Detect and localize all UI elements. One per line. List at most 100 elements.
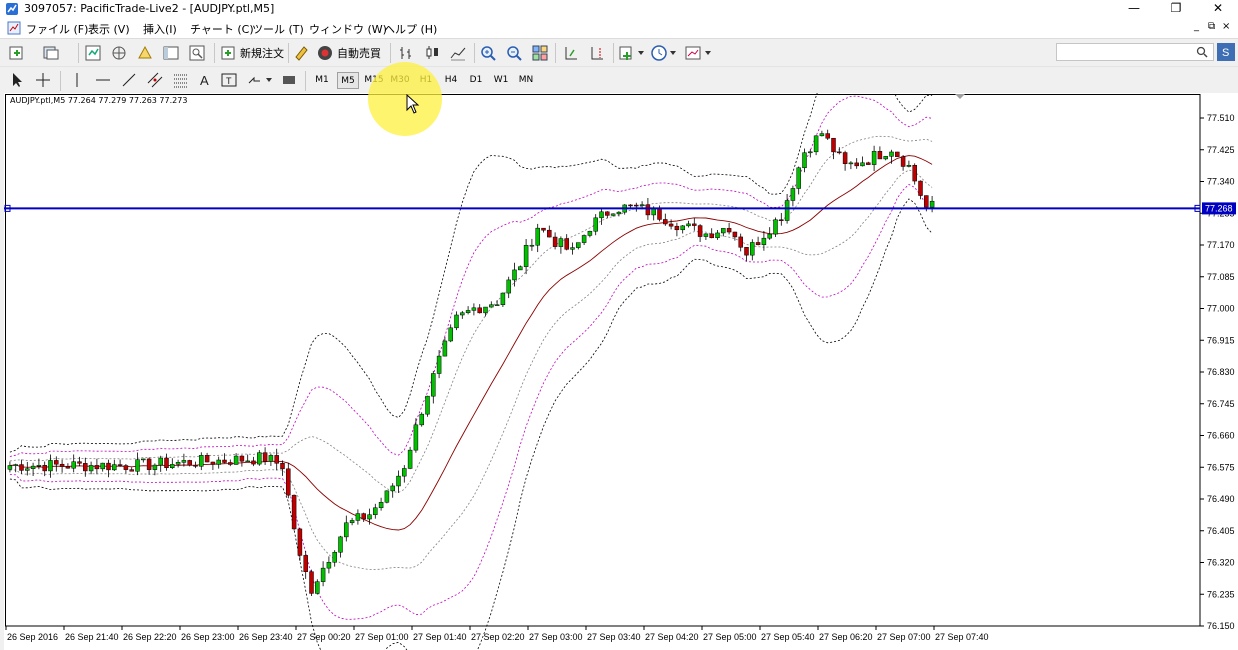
timeframe-m30[interactable]: M30 [389,72,411,89]
candle-body [25,468,30,471]
minimize-button[interactable]: — [1116,0,1152,18]
chart-window[interactable]: 77.51077.42577.34077.25577.17077.08577.0… [4,93,1238,650]
new-order-icon[interactable] [220,44,238,62]
candle-body [465,310,471,313]
chevron-down-icon[interactable] [705,51,711,55]
y-axis-label: 76.575 [1207,462,1235,472]
market-watch-icon[interactable] [84,44,102,62]
timeframe-m1[interactable]: M1 [311,72,333,89]
candle-body [837,151,842,154]
navigator-icon[interactable] [136,44,154,62]
timeframe-mn[interactable]: MN [515,72,537,89]
candle-body [779,219,784,221]
periods-clock-icon[interactable] [650,44,668,62]
line-chart-icon[interactable] [449,44,467,62]
chevron-down-icon[interactable] [638,51,644,55]
candle-body [54,460,59,465]
timeframe-m5[interactable]: M5 [337,72,359,89]
new-order-button[interactable]: 新規注文 [240,45,284,61]
fibonacci-icon[interactable] [172,71,190,89]
data-window-icon[interactable] [110,44,128,62]
close-button[interactable]: ✕ [1200,0,1236,18]
candle-body [65,466,71,469]
metaeditor-icon[interactable] [292,44,310,62]
trendline-icon[interactable] [120,71,138,89]
arrows-icon[interactable] [246,71,264,89]
vertical-line-icon[interactable] [68,71,86,89]
x-axis-label: 27 Sep 07:40 [935,632,989,642]
text-icon[interactable]: A [196,71,214,89]
mdi-minimize-button[interactable]: _ [1194,21,1199,32]
timeframe-w1[interactable]: W1 [490,72,512,89]
candle-body [512,269,517,281]
candle-body [83,463,88,472]
y-axis-label: 76.235 [1207,589,1235,599]
candle-body [599,211,604,219]
text-label-icon[interactable]: T [220,71,238,89]
candle-body [860,162,865,167]
candle-body [755,242,761,246]
candle-body [558,238,564,247]
menu-tools[interactable]: ツール (T) [252,21,304,37]
search-icon[interactable] [1196,46,1208,58]
profiles-icon[interactable] [42,44,60,62]
timeframe-m15[interactable]: M15 [363,72,385,89]
timeframe-d1[interactable]: D1 [465,72,487,89]
y-axis-label: 77.000 [1207,304,1235,314]
timeframe-h1[interactable]: H1 [415,72,437,89]
chart-shift-icon[interactable] [588,44,606,62]
crosshair-icon[interactable] [34,71,52,89]
menu-view[interactable]: 表示 (V) [88,21,130,37]
candle-body [338,536,343,553]
candle-body [895,151,900,157]
x-axis-label: 27 Sep 03:40 [587,632,641,642]
svg-text:S: S [1222,47,1229,59]
cursor-arrow-icon[interactable] [8,71,26,89]
x-axis-label: 27 Sep 05:00 [703,632,757,642]
mdi-restore-button[interactable]: ⧉ [1208,21,1215,32]
candle-body [767,233,772,239]
chevron-down-icon[interactable] [266,78,272,82]
x-axis-label: 26 Sep 21:40 [65,632,119,642]
auto-trading-button[interactable]: 自動売買 [337,45,381,61]
candle-body [454,314,459,329]
price-chart[interactable]: 77.51077.42577.34077.25577.17077.08577.0… [4,93,1238,650]
menu-insert[interactable]: 挿入(I) [143,21,177,37]
candle-body [744,247,749,256]
restore-button[interactable]: ❐ [1158,0,1194,18]
search-input[interactable] [1056,43,1214,61]
chart-symbol-label: AUDJPY.ptl,M5 77.264 77.279 77.263 77.27… [10,96,188,105]
x-axis-label: 27 Sep 00:20 [297,632,351,642]
indicators-icon[interactable] [618,44,636,62]
tile-windows-icon[interactable] [531,44,549,62]
menu-chart[interactable]: チャート (C) [190,21,254,37]
zoom-in-icon[interactable] [479,44,497,62]
zoom-out-icon[interactable] [505,44,523,62]
new-chart-icon[interactable] [8,44,26,62]
candle-body [239,455,245,462]
menu-file[interactable]: ファイル (F) [26,21,88,37]
mdi-close-button[interactable]: × [1222,21,1230,32]
x-axis-label: 27 Sep 06:20 [819,632,873,642]
terminal-icon[interactable] [162,44,180,62]
candlestick-icon[interactable] [423,44,441,62]
timeframe-h4[interactable]: H4 [440,72,462,89]
shapes-icon[interactable] [280,71,298,89]
menu-window[interactable]: ウィンドウ (W) [309,21,387,37]
templates-icon[interactable] [684,44,702,62]
strategy-tester-icon[interactable] [188,44,206,62]
candle-body [494,304,500,307]
chevron-down-icon[interactable] [670,51,676,55]
horizontal-line-icon[interactable] [94,71,112,89]
auto-trading-icon[interactable] [316,44,334,62]
candle-body [48,460,53,472]
x-axis-label: 26 Sep 23:00 [181,632,235,642]
candle-body [222,459,227,463]
equidistant-channel-icon[interactable] [146,71,164,89]
menu-help[interactable]: ヘルプ (H) [384,21,437,37]
mql5-community-icon[interactable]: S [1217,43,1235,61]
bar-chart-icon[interactable] [397,44,415,62]
auto-scroll-icon[interactable] [562,44,580,62]
chart-window-icon[interactable] [7,21,21,35]
candle-body [854,162,859,167]
